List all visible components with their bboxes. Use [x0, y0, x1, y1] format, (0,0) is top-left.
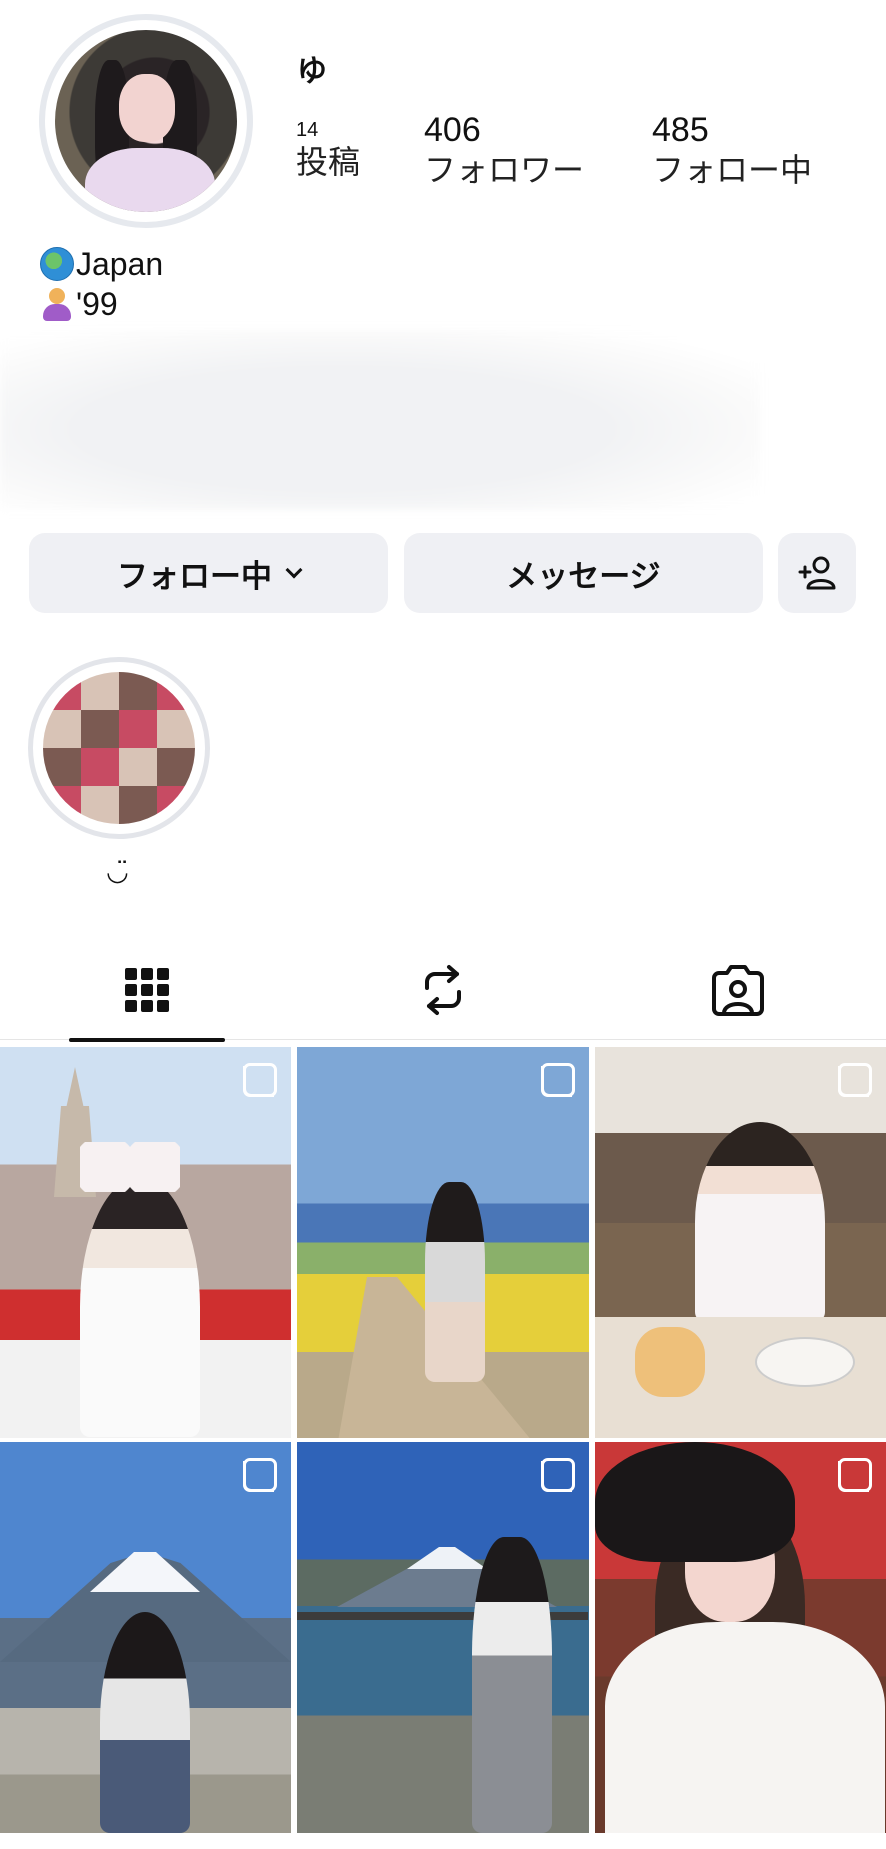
posts-count: 14 — [296, 119, 319, 141]
following-button[interactable]: フォロー中 — [29, 533, 388, 613]
posts-label: 投稿 — [296, 144, 361, 180]
grid-icon — [125, 968, 169, 1012]
stat-posts: 14 投稿 — [296, 118, 360, 182]
blurred-bio-area — [0, 330, 760, 510]
post-thumbnail[interactable] — [0, 1047, 291, 1438]
story-highlight-label: ◡̈ — [106, 856, 129, 886]
followers-count[interactable]: 406 — [424, 110, 584, 150]
stat-following[interactable]: 485 フォロー中 — [652, 110, 812, 190]
add-user-icon — [798, 556, 836, 590]
tab-posts-grid[interactable] — [47, 940, 247, 1042]
carousel-icon — [541, 1458, 575, 1492]
post-thumbnail[interactable] — [595, 1442, 886, 1833]
globe-icon — [40, 247, 74, 281]
profile-avatar[interactable] — [55, 30, 237, 212]
following-count[interactable]: 485 — [652, 110, 812, 150]
tab-reposts[interactable] — [343, 940, 543, 1040]
post-thumbnail[interactable] — [297, 1442, 589, 1833]
post-thumbnail[interactable] — [595, 1047, 886, 1438]
story-highlight-cover[interactable] — [43, 672, 195, 824]
avatar-shirt — [85, 148, 215, 212]
carousel-icon — [243, 1063, 277, 1097]
tab-tagged[interactable] — [638, 940, 838, 1040]
bio-birthyear-text: '99 — [76, 286, 118, 322]
stat-followers[interactable]: 406 フォロワー — [424, 110, 584, 190]
profile-username: ゆ — [297, 55, 327, 88]
bio-location-text: Japan — [76, 246, 164, 282]
posts-grid — [0, 1047, 886, 1833]
carousel-icon — [541, 1063, 575, 1097]
chevron-down-icon — [285, 561, 303, 579]
reposts-icon — [425, 965, 461, 1015]
post-thumbnail[interactable] — [297, 1047, 589, 1438]
add-user-button[interactable] — [778, 533, 856, 613]
followers-label[interactable]: フォロワー — [424, 150, 584, 190]
message-button-label: メッセージ — [506, 558, 661, 594]
profile-tabs — [0, 940, 886, 1042]
message-button[interactable]: メッセージ — [404, 533, 763, 613]
tagged-icon — [712, 965, 764, 1016]
following-button-label: フォロー中 — [117, 558, 272, 594]
carousel-icon — [243, 1458, 277, 1492]
person-icon — [40, 287, 74, 321]
post-thumbnail[interactable] — [0, 1442, 291, 1833]
profile-bio: Japan '99 — [40, 244, 163, 324]
profile-avatar-ring[interactable] — [39, 14, 253, 228]
carousel-icon — [838, 1063, 872, 1097]
bio-line-birthyear: '99 — [40, 284, 163, 324]
carousel-icon — [838, 1458, 872, 1492]
avatar-face — [119, 74, 175, 142]
story-highlight[interactable] — [28, 657, 210, 839]
bio-line-location: Japan — [40, 244, 163, 284]
following-label[interactable]: フォロー中 — [652, 150, 812, 190]
